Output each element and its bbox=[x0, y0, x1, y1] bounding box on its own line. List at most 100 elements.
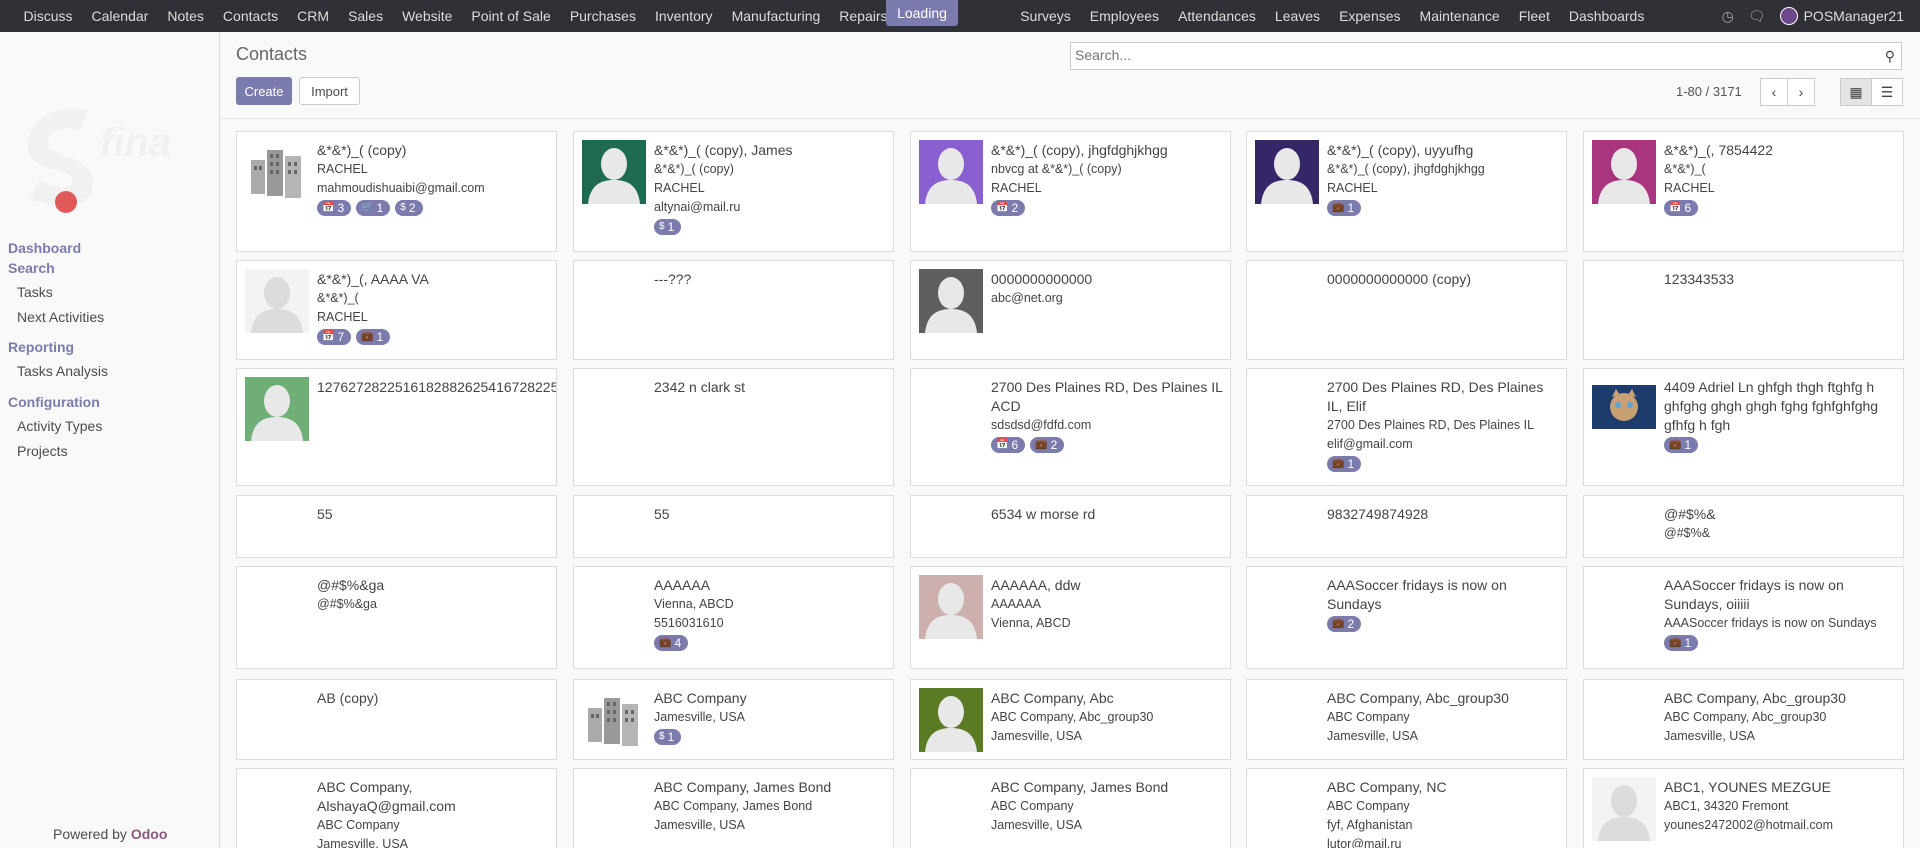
search-icon[interactable]: ⚲ bbox=[1885, 48, 1895, 65]
contact-name: @#$%&ga bbox=[317, 577, 385, 593]
contact-card[interactable]: ABC Company Jamesville, USA $1 bbox=[573, 679, 894, 760]
contact-card[interactable]: 6534 w morse rd bbox=[910, 495, 1231, 558]
count-badge[interactable]: 💼 2 bbox=[1030, 437, 1065, 453]
activity-clock-icon[interactable]: ◷ bbox=[1722, 8, 1734, 25]
menu-item[interactable]: Purchases bbox=[560, 0, 645, 32]
create-button[interactable]: Create bbox=[236, 77, 292, 105]
contact-card[interactable]: AAASoccer fridays is now on Sundays 💼 2 bbox=[1246, 566, 1567, 669]
contact-card[interactable]: 0000000000000 (copy) bbox=[1246, 260, 1567, 360]
menu-item[interactable]: Notes bbox=[158, 0, 214, 32]
pager-value[interactable]: 1-80 / 3171 bbox=[1676, 84, 1742, 99]
menu-item[interactable]: Attendances bbox=[1169, 0, 1266, 32]
menu-item[interactable]: Inventory bbox=[645, 0, 722, 32]
contact-card[interactable]: AAAAAA Vienna, ABCD 5516031610 💼 4 bbox=[573, 566, 894, 669]
contact-card[interactable]: ABC Company, James Bond ABC Company Jamesv… bbox=[910, 768, 1231, 848]
list-view-button[interactable]: ☰ bbox=[1871, 78, 1903, 106]
menu-item[interactable]: Leaves bbox=[1265, 0, 1329, 32]
contact-card[interactable]: 0000000000000 abc@net.org bbox=[910, 260, 1231, 360]
user-menu[interactable]: POSManager21 bbox=[1779, 7, 1904, 25]
contact-card[interactable]: ABC1, YOUNES MEZGUE ABC1, 34320 Fremont yo… bbox=[1583, 768, 1904, 848]
badge-row: 💼 1 bbox=[1664, 635, 1897, 651]
contact-card[interactable]: 2700 Des Plaines RD, Des Plaines IL ACD s… bbox=[910, 368, 1231, 486]
count-badge[interactable]: 📅 6 bbox=[991, 437, 1026, 453]
sidebar-item-next-activities[interactable]: Next Activities bbox=[17, 309, 104, 325]
menu-item[interactable]: Maintenance bbox=[1410, 0, 1509, 32]
card-body: AAASoccer fridays is now on Sundays 💼 2 bbox=[1327, 576, 1560, 632]
contact-card[interactable]: 4409 Adriel Ln ghfgh thgh ftghfg h ghfgh… bbox=[1583, 368, 1904, 486]
count-badge[interactable]: $1 bbox=[654, 219, 682, 235]
menu-item[interactable]: Expenses bbox=[1330, 0, 1410, 32]
contact-card[interactable]: ABC Company, Abc_group30 ABC Company James… bbox=[1246, 679, 1567, 760]
badge-row: $1 bbox=[654, 219, 887, 235]
contact-card[interactable]: &*&*)_( (copy), uyyufhg &*&*)_( (copy), j… bbox=[1246, 131, 1567, 252]
contact-card[interactable]: 2342 n clark st bbox=[573, 368, 894, 486]
count-badge[interactable]: 💼 1 bbox=[1664, 437, 1699, 453]
count-badge[interactable]: 💼 1 bbox=[1327, 456, 1362, 472]
count-badge[interactable]: 📅 6 bbox=[1664, 200, 1699, 216]
menu-item[interactable]: Surveys bbox=[1011, 0, 1081, 32]
sidebar-item-tasks-analysis[interactable]: Tasks Analysis bbox=[17, 363, 108, 379]
menu-item[interactable]: Fleet bbox=[1509, 0, 1559, 32]
chat-icon[interactable]: 🗨 bbox=[1748, 8, 1766, 25]
odoo-link[interactable]: Odoo bbox=[131, 826, 168, 842]
contact-card[interactable]: &*&*)_( (copy) RACHEL mahmoudishuaibi@gmai… bbox=[236, 131, 557, 252]
contact-card[interactable]: ABC Company, AlshayaQ@gmail.com ABC Compa… bbox=[236, 768, 557, 848]
sidebar-dashboard[interactable]: Dashboard bbox=[8, 240, 81, 256]
contact-card[interactable]: @#$%& @#$%& bbox=[1583, 495, 1904, 558]
kanban-view-button[interactable]: ▦ bbox=[1840, 78, 1872, 106]
count-badge[interactable]: 💼 1 bbox=[1327, 200, 1362, 216]
contact-card[interactable]: AAASoccer fridays is now on Sundays, oii… bbox=[1583, 566, 1904, 669]
count-badge[interactable]: 💼 1 bbox=[1664, 635, 1699, 651]
search-input[interactable] bbox=[1071, 43, 1859, 67]
sidebar-item-activity-types[interactable]: Activity Types bbox=[17, 418, 102, 434]
menu-item[interactable]: Website bbox=[393, 0, 462, 32]
pager-next-button[interactable]: › bbox=[1787, 78, 1815, 106]
menu-item[interactable]: Point of Sale bbox=[462, 0, 560, 32]
contact-card[interactable]: 55 bbox=[236, 495, 557, 558]
menu-item[interactable]: Dashboards bbox=[1559, 0, 1654, 32]
contact-card[interactable]: &*&*)_(, 7854422 &*&*)_(RACHEL 📅 6 bbox=[1583, 131, 1904, 252]
contact-card[interactable]: &*&*)_( (copy), jhgfdghjkhgg nbvcg at &*&… bbox=[910, 131, 1231, 252]
contact-name: ---??? bbox=[654, 271, 692, 287]
contact-detail: elif@gmail.com bbox=[1327, 437, 1413, 451]
contact-card[interactable]: 2700 Des Plaines RD, Des Plaines IL, Eli… bbox=[1246, 368, 1567, 486]
menu-item[interactable]: CRM bbox=[288, 0, 339, 32]
menu-item[interactable]: Discuss bbox=[14, 0, 82, 32]
contact-card[interactable]: 123343533 bbox=[1583, 260, 1904, 360]
contact-card[interactable]: 9832749874928 bbox=[1246, 495, 1567, 558]
contact-card[interactable]: &*&*)_(, AAAA VA &*&*)_(RACHEL 📅 7 💼 1 bbox=[236, 260, 557, 360]
contact-card[interactable]: ABC Company, Abc ABC Company, Abc_group30… bbox=[910, 679, 1231, 760]
pager-previous-button[interactable]: ‹ bbox=[1760, 78, 1788, 106]
count-badge[interactable]: 📅 3 bbox=[317, 200, 352, 216]
menu-item[interactable]: Employees bbox=[1080, 0, 1168, 32]
contact-card[interactable]: ABC Company, James Bond ABC Company, Jame… bbox=[573, 768, 894, 848]
count-badge[interactable]: $2 bbox=[395, 200, 423, 216]
count-badge[interactable]: 💼 2 bbox=[1327, 616, 1362, 632]
contact-card[interactable]: &*&*)_( (copy), James &*&*)_( (copy) RACHE… bbox=[573, 131, 894, 252]
contact-card[interactable]: AB (copy) bbox=[236, 679, 557, 760]
menu-item[interactable]: Sales bbox=[339, 0, 393, 32]
menu-item[interactable]: Calendar bbox=[82, 0, 158, 32]
count-badge[interactable]: 💼 1 bbox=[356, 329, 391, 345]
contact-card[interactable]: 55 bbox=[573, 495, 894, 558]
import-button[interactable]: Import bbox=[299, 77, 360, 105]
count-badge[interactable]: 📅 7 bbox=[317, 329, 352, 345]
contact-card[interactable]: @#$%&ga @#$%&ga bbox=[236, 566, 557, 669]
menu-item[interactable]: Manufacturing bbox=[722, 0, 830, 32]
sidebar-item-tasks[interactable]: Tasks bbox=[17, 284, 53, 300]
badge-count: 1 bbox=[376, 201, 384, 215]
briefcase-icon: 💼 bbox=[1669, 637, 1682, 648]
sidebar-item-projects[interactable]: Projects bbox=[17, 443, 68, 459]
contact-detail: &*&*)_( (copy) bbox=[654, 162, 734, 176]
count-badge[interactable]: $1 bbox=[654, 729, 682, 745]
count-badge[interactable]: 💼 4 bbox=[654, 635, 689, 651]
contact-card[interactable]: ---??? bbox=[573, 260, 894, 360]
count-badge[interactable]: 📅 2 bbox=[991, 200, 1026, 216]
contact-card[interactable]: ABC Company, NC ABC Company fyf, Afghanist… bbox=[1246, 768, 1567, 848]
contact-card[interactable]: AAAAAA, ddw AAAAAA Vienna, ABCD bbox=[910, 566, 1231, 669]
contact-card[interactable]: 12762728225161828826254167282252 bbox=[236, 368, 557, 486]
contact-card[interactable]: ABC Company, Abc_group30 ABC Company, Abc… bbox=[1583, 679, 1904, 760]
menu-item[interactable]: Contacts bbox=[213, 0, 287, 32]
page-title: Contacts bbox=[236, 44, 308, 64]
count-badge[interactable]: 🛒 1 bbox=[356, 200, 391, 216]
